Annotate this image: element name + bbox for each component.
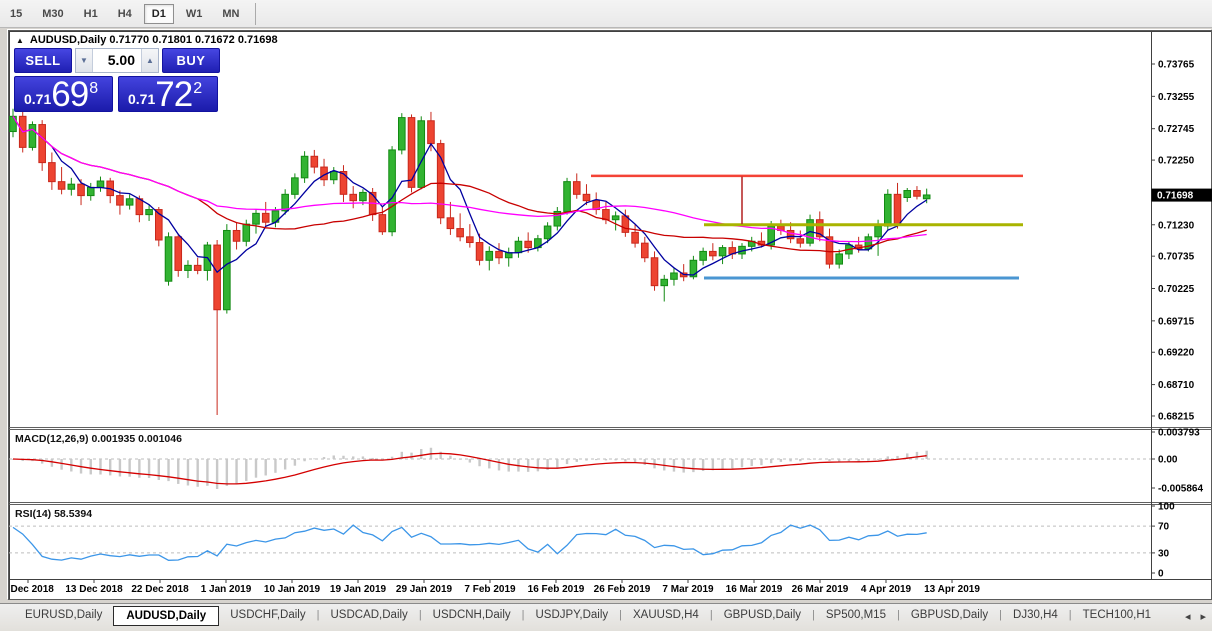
sell-price-big: 69 [51, 75, 89, 114]
chart-tab-tech100[interactable]: TECH100,H1 [1072, 606, 1162, 624]
svg-text:0.73765: 0.73765 [1158, 60, 1195, 71]
rsi-indicator-label: RSI(14) 58.5394 [15, 508, 93, 520]
sell-price-pip: 8 [89, 80, 99, 97]
svg-text:0.69220: 0.69220 [1158, 348, 1195, 359]
trade-panel-toggle-icon[interactable]: ▲ [16, 36, 24, 45]
chart-tab-usdcad[interactable]: USDCAD,Daily [319, 606, 418, 624]
time-axis-labels: 4 Dec 2018 13 Dec 2018 22 Dec 2018 1 Jan 20… [9, 579, 980, 595]
symbol-ohlc-text: AUDUSD,Daily 0.71770 0.71801 0.71672 0.7… [29, 34, 278, 46]
svg-text:7 Mar 2019: 7 Mar 2019 [662, 584, 714, 595]
price-axis-labels: 0.73765 0.73255 0.72745 0.72250 0.71230 0.707… [1151, 60, 1195, 422]
svg-text:0.003793: 0.003793 [1158, 428, 1200, 439]
svg-text:4 Apr 2019: 4 Apr 2019 [861, 584, 912, 595]
tab-scroll-buttons: ◂ ▸ [1185, 610, 1206, 623]
chart-tab-dj30[interactable]: DJ30,H4 [1002, 606, 1069, 624]
symbol-header: ▲ AUDUSD,Daily 0.71770 0.71801 0.71672 0… [16, 34, 278, 46]
timeframe-toolbar: 15 M30 H1 H4 D1 W1 MN [0, 0, 1212, 28]
svg-text:13 Apr 2019: 13 Apr 2019 [924, 584, 980, 595]
one-click-trade-panel: SELL ▼ 5.00 ▲ BUY 0.71 69 8 0.71 72 2 [14, 48, 220, 144]
svg-text:0.68710: 0.68710 [1158, 380, 1195, 391]
chart-tab-usdjpy[interactable]: USDJPY,Daily [524, 606, 619, 624]
svg-text:0.70735: 0.70735 [1158, 252, 1195, 263]
sell-price-panel[interactable]: 0.71 69 8 [14, 75, 113, 114]
svg-text:26 Feb 2019: 26 Feb 2019 [594, 584, 651, 595]
macd-axis-labels: 0.003793 0.00 -0.005864 [1151, 428, 1203, 495]
toolbar-separator [255, 2, 257, 25]
svg-text:0.68215: 0.68215 [1158, 411, 1195, 422]
volume-increase-icon[interactable]: ▲ [141, 49, 158, 72]
svg-text:7 Feb 2019: 7 Feb 2019 [464, 584, 516, 595]
sell-price-prefix: 0.71 [24, 91, 52, 107]
timeframe-button-m30[interactable]: M30 [34, 4, 71, 24]
chart-tab-gbpusd[interactable]: GBPUSD,Daily [900, 606, 999, 624]
svg-text:0.72745: 0.72745 [1158, 124, 1195, 135]
chart-tab-gbpusd[interactable]: GBPUSD,Daily [713, 606, 812, 624]
svg-text:1 Jan 2019: 1 Jan 2019 [201, 584, 252, 595]
svg-text:26 Mar 2019: 26 Mar 2019 [792, 584, 849, 595]
sell-button[interactable]: SELL [14, 48, 72, 73]
svg-text:100: 100 [1158, 502, 1175, 513]
svg-text:29 Jan 2019: 29 Jan 2019 [396, 584, 453, 595]
svg-text:0: 0 [1158, 569, 1164, 580]
macd-histogram [11, 447, 928, 489]
current-price-value: 0.71698 [1157, 191, 1194, 202]
tab-scroll-right-icon[interactable]: ▸ [1200, 610, 1206, 623]
chart-tab-sp500[interactable]: SP500,M15 [815, 606, 897, 624]
buy-price-panel[interactable]: 0.71 72 2 [118, 75, 218, 114]
tab-scroll-left-icon[interactable]: ◂ [1185, 610, 1191, 623]
timeframe-button-h1[interactable]: H1 [76, 4, 106, 24]
svg-text:10 Jan 2019: 10 Jan 2019 [264, 584, 321, 595]
chart-tab-xauusd[interactable]: XAUUSD,H4 [622, 606, 710, 624]
chart-window: 0.73765 0.73255 0.72745 0.72250 0.71230 0.707… [8, 30, 1212, 600]
timeframe-button-d1[interactable]: D1 [143, 3, 174, 24]
svg-text:0.69715: 0.69715 [1158, 316, 1195, 327]
rsi-line [12, 524, 927, 561]
svg-text:16 Mar 2019: 16 Mar 2019 [726, 584, 783, 595]
timeframe-button-h4[interactable]: H4 [110, 4, 140, 24]
chart-tab-usdchf[interactable]: USDCHF,Daily [219, 606, 316, 624]
volume-field[interactable]: 5.00 [93, 49, 141, 72]
timeframe-button-w1[interactable]: W1 [178, 4, 211, 24]
timeframe-button-mn[interactable]: MN [214, 4, 247, 24]
timeframe-button-15[interactable]: 15 [2, 4, 30, 24]
buy-button[interactable]: BUY [162, 48, 220, 73]
volume-decrease-icon[interactable]: ▼ [76, 49, 93, 72]
chart-tab-eurusd[interactable]: EURUSD,Daily [14, 606, 113, 624]
svg-text:13 Dec 2018: 13 Dec 2018 [65, 584, 123, 595]
svg-text:0.00: 0.00 [1158, 455, 1178, 466]
svg-text:4 Dec 2018: 4 Dec 2018 [9, 584, 54, 595]
buy-price-prefix: 0.71 [128, 91, 156, 107]
svg-text:0.73255: 0.73255 [1158, 92, 1195, 103]
svg-text:30: 30 [1158, 548, 1170, 559]
buy-price-big: 72 [155, 75, 193, 114]
svg-text:0.72250: 0.72250 [1158, 156, 1195, 167]
chart-tab-usdcnh[interactable]: USDCNH,Daily [422, 606, 522, 624]
chart-tab-audusd[interactable]: AUDUSD,Daily [113, 606, 220, 626]
svg-text:16 Feb 2019: 16 Feb 2019 [528, 584, 585, 595]
volume-stepper: ▼ 5.00 ▲ [75, 48, 159, 73]
svg-text:19 Jan 2019: 19 Jan 2019 [330, 584, 387, 595]
buy-price-pip: 2 [193, 80, 203, 97]
macd-indicator-label: MACD(12,26,9) 0.001935 0.001046 [15, 433, 182, 445]
svg-text:70: 70 [1158, 522, 1170, 533]
candlestick-series [9, 108, 931, 416]
chart-tab-bar: EURUSD,Daily AUDUSD,Daily USDCHF,Daily | USD… [0, 603, 1212, 631]
svg-text:22 Dec 2018: 22 Dec 2018 [131, 584, 189, 595]
rsi-axis-labels: 100 70 30 0 [1151, 502, 1175, 580]
svg-text:0.71230: 0.71230 [1158, 220, 1195, 231]
svg-text:0.70225: 0.70225 [1158, 284, 1195, 295]
svg-text:-0.005864: -0.005864 [1158, 484, 1203, 495]
